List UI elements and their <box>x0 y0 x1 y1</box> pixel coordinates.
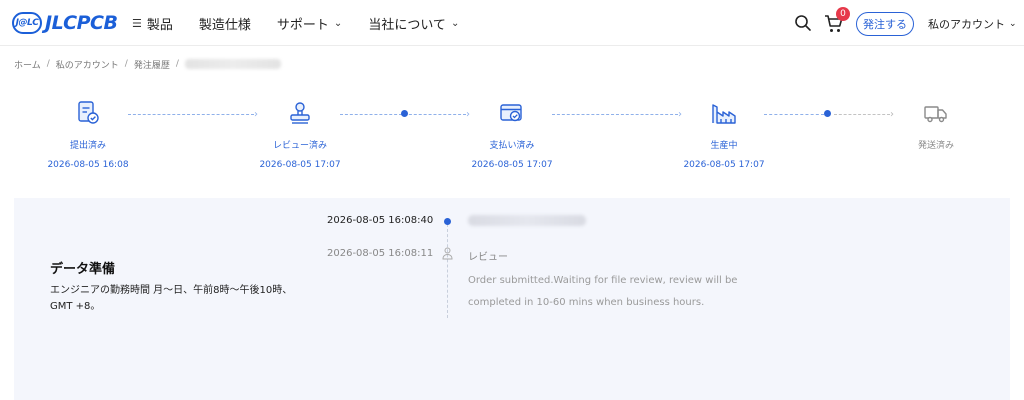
top-header: J@LC JLCPCB ☰ 製品 製造仕様 サポート ⌄ 当社について ⌄ 0 … <box>0 0 1024 46</box>
nav-specs-label: 製造仕様 <box>198 17 251 33</box>
order-progress-stepper: › › › › 提出済み 2026-08-05 16:08 レビュー済み 202… <box>0 90 1024 180</box>
step-date: 2026-08-05 17:07 <box>471 160 553 170</box>
timeline-event-label: レビュー <box>468 252 508 263</box>
timeline-event-message: Order submitted.Waiting for file review,… <box>468 275 738 308</box>
nav-specs[interactable]: 製造仕様 <box>199 14 251 33</box>
list-icon: ☰ <box>132 16 142 30</box>
nav-support[interactable]: サポート ⌄ <box>277 14 342 33</box>
breadcrumb: ホーム / 私のアカウント / 発注履歴 / <box>14 57 281 71</box>
timeline-redacted-email <box>468 215 586 226</box>
panel-title: データ準備 <box>50 262 116 277</box>
jlcpcb-logo[interactable]: J@LC JLCPCB <box>12 10 118 36</box>
logo-text: JLCPCB <box>45 12 118 34</box>
breadcrumb-separator: / <box>46 59 50 69</box>
step-reviewed: レビュー済み 2026-08-05 17:07 <box>240 90 360 170</box>
step-label: 生産中 <box>710 141 738 151</box>
nav-products-label: 製品 <box>146 17 173 33</box>
account-label: 私のアカウント <box>928 18 1005 31</box>
step-label: 発送済み <box>917 141 954 151</box>
timeline-time: 2026-08-05 16:08:11 <box>327 248 434 259</box>
chevron-down-icon: ⌄ <box>1009 19 1017 29</box>
breadcrumb-order-id-redacted <box>184 59 281 69</box>
chevron-down-icon: ⌄ <box>333 17 343 29</box>
cart-count-badge: 0 <box>836 7 850 21</box>
step-submitted: 提出済み 2026-08-05 16:08 <box>28 90 148 170</box>
chevron-down-icon: ⌄ <box>450 17 460 29</box>
nav-products[interactable]: ☰ 製品 <box>132 14 173 33</box>
engineer-hours-note: エンジニアの勤務時間 月～日、午前8時～午後10時、GMT +8。 <box>50 285 293 312</box>
breadcrumb-separator: / <box>175 59 179 69</box>
stamp-icon <box>290 102 310 124</box>
timeline-time: 2026-08-05 16:08:40 <box>327 215 434 226</box>
order-button[interactable]: 発注する <box>856 12 914 36</box>
payment-card-icon <box>500 104 522 122</box>
timeline-line <box>447 224 448 318</box>
step-date: 2026-08-05 17:07 <box>259 160 341 170</box>
nav-about[interactable]: 当社について ⌄ <box>368 14 459 33</box>
progress-dot <box>401 110 408 117</box>
step-date: 2026-08-05 17:07 <box>683 160 765 170</box>
truck-icon <box>924 106 947 123</box>
logo-badge: J@LC <box>12 12 42 34</box>
step-shipped: 発送済み <box>876 90 996 160</box>
breadcrumb-account[interactable]: 私のアカウント <box>56 58 119 71</box>
search-icon[interactable] <box>794 14 812 32</box>
step-label: 提出済み <box>69 141 106 151</box>
breadcrumb-separator: / <box>124 59 128 69</box>
document-check-icon <box>78 101 99 124</box>
timeline-dot <box>444 218 451 225</box>
breadcrumb-order-history[interactable]: 発注履歴 <box>134 58 170 71</box>
progress-dot <box>824 110 831 117</box>
step-in-production: 生産中 2026-08-05 17:07 <box>664 90 784 170</box>
user-icon <box>442 247 453 260</box>
step-paid: 支払い済み 2026-08-05 17:07 <box>452 90 572 170</box>
breadcrumb-home[interactable]: ホーム <box>14 58 41 71</box>
step-label: 支払い済み <box>489 141 535 151</box>
step-label: レビュー済み <box>272 141 327 151</box>
step-date: 2026-08-05 16:08 <box>47 160 129 170</box>
nav-about-label: 当社について <box>368 17 446 33</box>
status-detail-panel: データ準備 エンジニアの勤務時間 月～日、午前8時～午後10時、GMT +8。 … <box>14 198 1010 400</box>
main-nav: ☰ 製品 製造仕様 サポート ⌄ 当社について ⌄ <box>132 0 485 46</box>
factory-icon <box>712 104 736 124</box>
account-menu[interactable]: 私のアカウント ⌄ <box>928 16 1017 32</box>
nav-support-label: サポート <box>276 17 329 33</box>
